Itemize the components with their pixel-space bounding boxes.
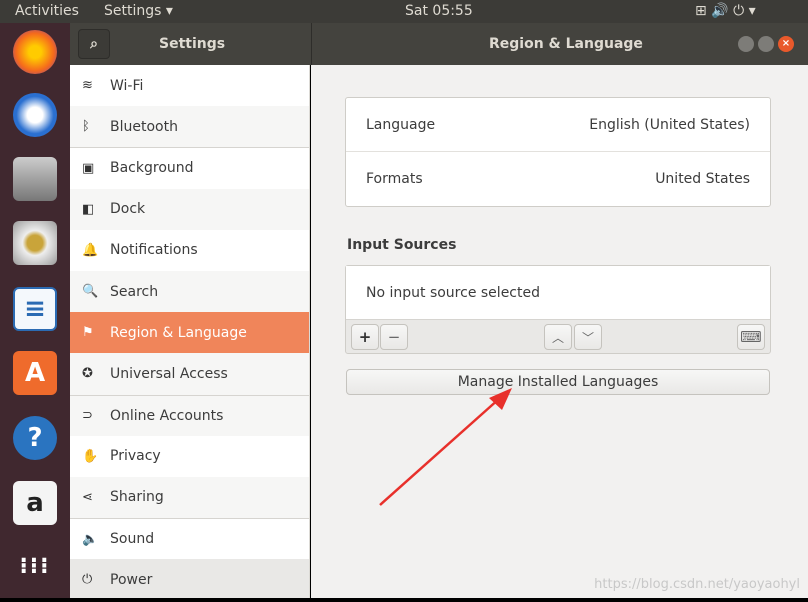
annotation-arrow xyxy=(379,388,512,506)
bottom-border xyxy=(0,598,808,602)
arrow-head xyxy=(489,388,512,410)
arrow-shaft xyxy=(379,397,501,506)
